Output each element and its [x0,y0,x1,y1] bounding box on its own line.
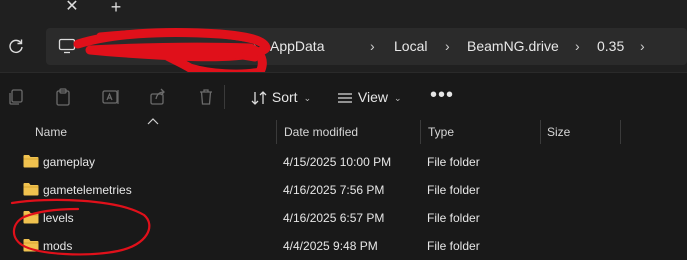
view-button[interactable]: View ⌄ [336,85,402,109]
breadcrumb-beamng-drive[interactable]: BeamNG.drive [467,28,559,65]
folder-icon [23,183,39,196]
rename-icon[interactable] [101,87,121,107]
column-name[interactable]: Name [35,120,67,144]
sort-ascending-icon [147,118,159,125]
chevron-right-icon[interactable]: › [445,28,450,65]
file-date: 4/16/2025 7:56 PM [283,183,385,197]
sort-icon [251,91,267,106]
chevron-down-icon: ⌄ [303,93,312,103]
view-label: View [357,89,388,105]
delete-icon[interactable] [196,87,216,107]
file-type: File folder [427,211,480,225]
more-options-button[interactable]: ••• [430,85,453,109]
file-type: File folder [427,183,480,197]
sort-label: Sort [271,89,298,105]
file-name: gameplay [43,155,96,169]
file-date: 4/4/2025 9:48 PM [283,239,378,253]
column-divider[interactable] [540,120,541,144]
folder-icon [23,155,39,168]
column-divider[interactable] [620,120,621,144]
column-divider[interactable] [420,120,421,144]
column-type[interactable]: Type [428,120,454,144]
close-icon[interactable]: ✕ [63,0,81,16]
file-type: File folder [427,155,480,169]
chevron-down-icon: ⌄ [393,93,402,103]
tab-strip: ✕ + [0,0,687,22]
toolbar-divider [224,85,225,109]
file-type: File folder [427,239,480,253]
column-divider[interactable] [276,120,277,144]
refresh-icon[interactable] [6,36,26,56]
chevron-right-icon[interactable]: › [640,28,645,65]
file-explorer-window: ✕ + › AppData › Local › BeamNG.drive › 0… [0,0,687,260]
plus-icon[interactable]: + [107,0,125,17]
annotation-circle [10,198,151,256]
view-icon [338,93,352,103]
column-date-modified[interactable]: Date modified [284,120,358,144]
share-icon[interactable] [148,87,168,107]
breadcrumb-local[interactable]: Local [394,28,427,65]
chevron-right-icon[interactable]: › [370,28,375,65]
copy-icon[interactable] [6,87,26,107]
command-bar: Sort ⌄ View ⌄ ••• [0,72,687,121]
chevron-right-icon[interactable]: › [575,28,580,65]
column-size[interactable]: Size [547,120,570,144]
paste-icon[interactable] [53,87,73,107]
sort-button[interactable]: Sort ⌄ [250,85,311,109]
file-date: 4/16/2025 6:57 PM [283,211,385,225]
breadcrumb-version[interactable]: 0.35 [597,28,624,65]
file-date: 4/15/2025 10:00 PM [283,155,392,169]
column-header-row: Name Date modified Type Size [0,118,687,144]
list-item[interactable]: gameplay 4/15/2025 10:00 PM File folder [0,148,687,176]
